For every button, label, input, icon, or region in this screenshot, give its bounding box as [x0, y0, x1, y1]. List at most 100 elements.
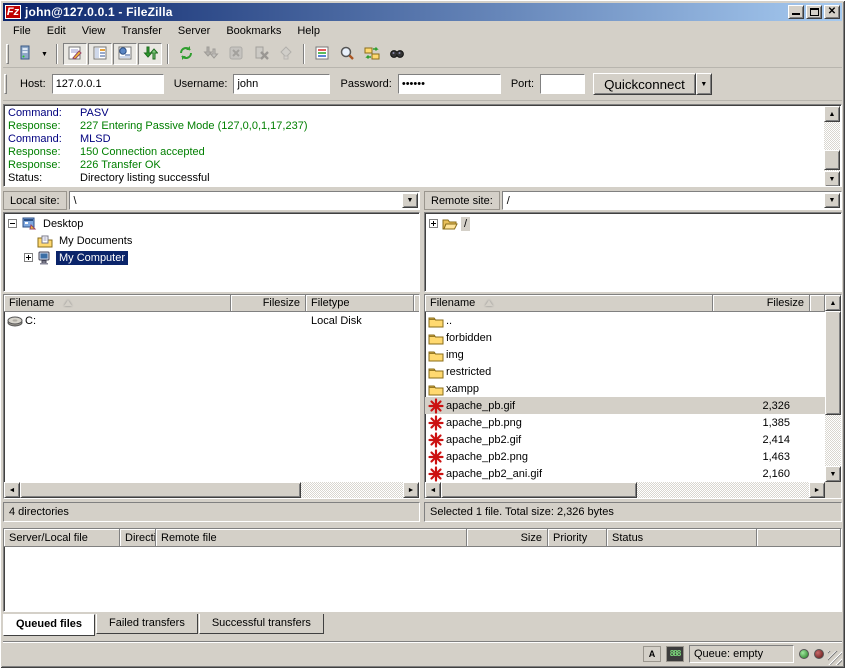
port-input[interactable]	[540, 74, 585, 94]
quickconnect-button[interactable]: Quickconnect	[593, 73, 696, 95]
minimize-button[interactable]	[788, 5, 804, 19]
close-button[interactable]: ✕	[824, 5, 840, 19]
remote-v-scrollbar[interactable]: ▲▼	[825, 295, 841, 482]
log-line-label: Response:	[8, 159, 80, 172]
column-header-filesize[interactable]: Filesize	[231, 295, 306, 312]
synchronized-browsing-button[interactable]	[360, 43, 384, 65]
remote-site-combo[interactable]: / ▼	[502, 191, 842, 210]
column-header-directi-[interactable]: Directi...	[120, 529, 156, 547]
scroll-up-icon[interactable]: ▲	[824, 106, 840, 122]
file-name: apache_pb2.gif	[446, 434, 521, 446]
folder-icon	[428, 381, 444, 396]
scroll-right-icon[interactable]: ►	[809, 482, 825, 498]
tab-failed-transfers[interactable]: Failed transfers	[96, 614, 198, 634]
site-manager-button[interactable]	[13, 43, 37, 65]
remote-file-row[interactable]: apache_pb.png1,385	[425, 414, 825, 431]
speed-limit-indicator-icon[interactable]: 888	[666, 646, 684, 662]
scroll-left-icon[interactable]: ◄	[425, 482, 441, 498]
toggle-message-log-button[interactable]	[63, 43, 87, 65]
remote-h-scrollbar-thumb[interactable]	[441, 482, 637, 498]
local-site-dropdown[interactable]: ▼	[402, 193, 418, 208]
column-header-filetype[interactable]: Filetype	[306, 295, 414, 312]
remote-file-row[interactable]: apache_pb2_ani.gif2,160	[425, 465, 825, 482]
chevron-down-icon: ▼	[829, 197, 836, 204]
local-h-scrollbar-thumb[interactable]	[20, 482, 301, 498]
refresh-button[interactable]	[174, 43, 198, 65]
log-scrollbar[interactable]: ▲ ▼	[824, 106, 840, 187]
toggle-remote-tree-button[interactable]	[113, 43, 137, 65]
column-header-status[interactable]: Status	[607, 529, 757, 547]
remote-file-row[interactable]: apache_pb2.gif2,414	[425, 431, 825, 448]
maximize-button[interactable]	[806, 5, 822, 19]
remote-v-thumb[interactable]	[825, 311, 841, 415]
username-input[interactable]	[233, 74, 330, 94]
column-header-filename[interactable]: Filename	[425, 295, 713, 312]
remote-tree-item[interactable]: /	[425, 215, 841, 232]
quickconnect-bar: Host: Username: Password: Port: Quickcon…	[3, 68, 842, 101]
menu-item-transfer[interactable]: Transfer	[113, 22, 170, 40]
log-scroll-thumb[interactable]	[824, 150, 840, 170]
local-file-list: FilenameFilesizeFiletypeLC:Local Disk◄►	[3, 294, 420, 499]
local-h-scrollbar[interactable]: ◄►	[4, 482, 419, 498]
tree-expander-icon[interactable]	[429, 219, 438, 228]
column-header-remote-file[interactable]: Remote file	[156, 529, 467, 547]
scroll-down-icon[interactable]: ▼	[824, 171, 840, 187]
site-manager-dropdown[interactable]: ▼	[38, 43, 51, 65]
title-bar[interactable]: Fz john@127.0.0.1 - FileZilla ✕	[3, 3, 842, 21]
tree-expander-icon[interactable]	[24, 253, 33, 262]
file-size: 2,326	[730, 400, 790, 412]
menu-item-bookmarks[interactable]: Bookmarks	[218, 22, 289, 40]
menu-item-view[interactable]: View	[74, 22, 114, 40]
column-header-size[interactable]: Size	[467, 529, 548, 547]
queue-size-panel: Queue: empty	[689, 645, 794, 663]
tree-item-label: My Computer	[56, 251, 128, 265]
tree-item-label: /	[461, 217, 470, 231]
remote-file-row[interactable]: ..	[425, 312, 825, 329]
toggle-local-tree-button[interactable]	[88, 43, 112, 65]
resize-grip[interactable]	[828, 651, 842, 665]
toolbar-grip[interactable]	[6, 44, 9, 64]
column-header-filename[interactable]: Filename	[4, 295, 231, 312]
menu-item-server[interactable]: Server	[170, 22, 218, 40]
transfer-type-indicator-icon[interactable]: A	[643, 646, 661, 662]
remote-file-row[interactable]: img	[425, 346, 825, 363]
synchronized-browsing-icon	[364, 45, 380, 64]
image-file-icon	[428, 398, 444, 413]
local-site-combo[interactable]: \ ▼	[69, 191, 420, 210]
toolbar-grip[interactable]	[4, 74, 7, 94]
local-tree-item[interactable]: My Computer	[4, 249, 419, 266]
directory-comparison-button[interactable]	[335, 43, 359, 65]
local-tree-item[interactable]: My Documents	[4, 232, 419, 249]
menu-item-edit[interactable]: Edit	[39, 22, 74, 40]
reconnect-icon	[278, 45, 294, 64]
column-header-l[interactable]: L	[414, 295, 420, 312]
password-input[interactable]	[398, 74, 501, 94]
menu-item-file[interactable]: File	[5, 22, 39, 40]
remote-file-row[interactable]: xampp	[425, 380, 825, 397]
local-tree-item[interactable]: Desktop	[4, 215, 419, 232]
column-header-priority[interactable]: Priority	[548, 529, 607, 547]
tab-successful-transfers[interactable]: Successful transfers	[199, 614, 324, 634]
local-file-row[interactable]: C:Local Disk	[4, 312, 419, 329]
scroll-right-icon[interactable]: ►	[403, 482, 419, 498]
remote-file-row[interactable]: restricted	[425, 363, 825, 380]
file-name: xampp	[446, 383, 479, 395]
menu-item-help[interactable]: Help	[289, 22, 328, 40]
directory-filters-button[interactable]	[310, 43, 334, 65]
find-files-button[interactable]	[385, 43, 409, 65]
scroll-up-icon[interactable]: ▲	[825, 295, 841, 311]
tree-expander-icon[interactable]	[8, 219, 17, 228]
column-header-filesize[interactable]: Filesize	[713, 295, 810, 312]
remote-file-row[interactable]: apache_pb2.png1,463	[425, 448, 825, 465]
remote-file-row[interactable]: apache_pb.gif2,326	[425, 397, 825, 414]
tab-queued-files[interactable]: Queued files	[3, 614, 95, 636]
column-header-server-local-file[interactable]: Server/Local file	[4, 529, 120, 547]
scroll-down-icon[interactable]: ▼	[825, 466, 841, 482]
remote-site-dropdown[interactable]: ▼	[824, 193, 840, 208]
host-input[interactable]	[52, 74, 164, 94]
quickconnect-dropdown[interactable]: ▼	[696, 73, 712, 95]
toggle-transfer-queue-button[interactable]	[138, 43, 162, 65]
scroll-left-icon[interactable]: ◄	[4, 482, 20, 498]
remote-file-row[interactable]: forbidden	[425, 329, 825, 346]
remote-h-scrollbar[interactable]: ◄►	[425, 482, 825, 498]
